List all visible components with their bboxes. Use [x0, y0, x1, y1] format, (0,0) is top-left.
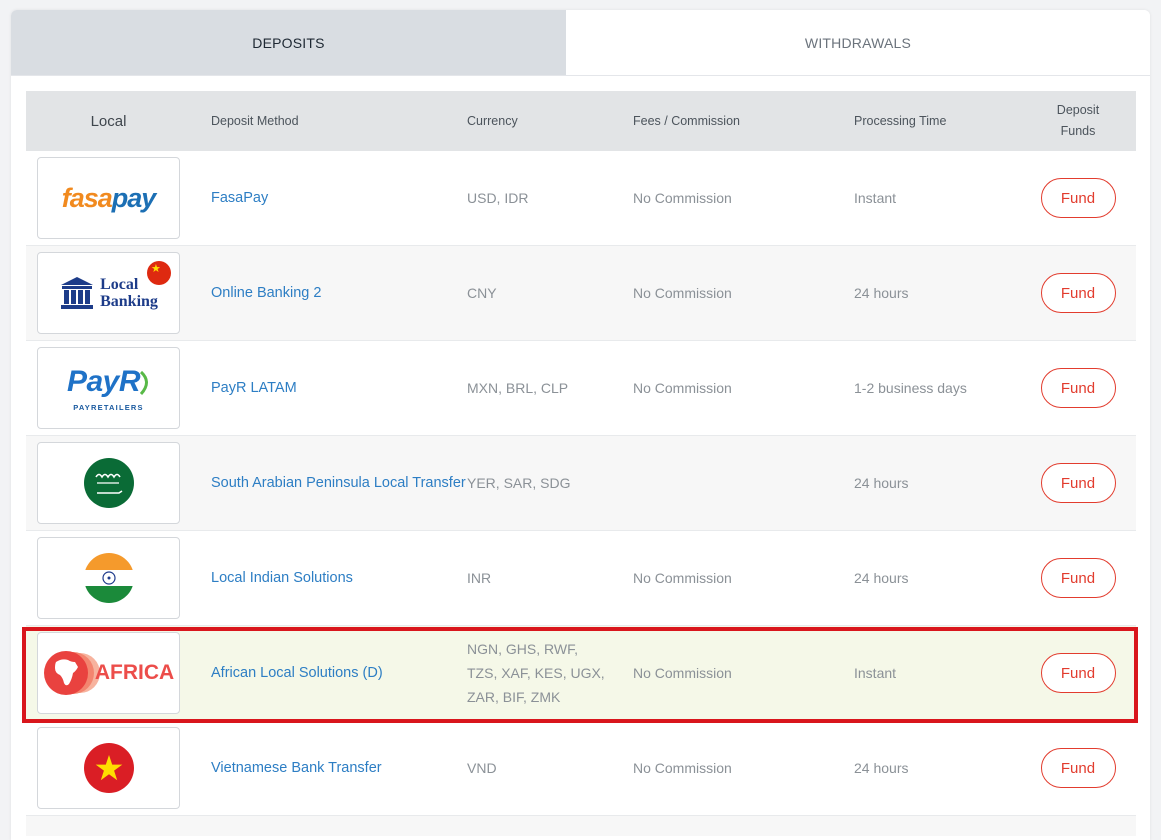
fund-cell: Fund [1020, 178, 1136, 218]
header-deposit-funds-line2: Funds [1060, 124, 1096, 138]
fees: No Commission [633, 380, 732, 396]
fees: No Commission [633, 285, 732, 301]
fund-cell: Fund [1020, 558, 1136, 598]
processing-time: 24 hours [854, 570, 909, 586]
china-flag-icon: ★ [147, 261, 171, 285]
fees: No Commission [633, 570, 732, 586]
header-deposit-funds-line1: Deposit [1056, 103, 1100, 117]
fund-button[interactable]: Fund [1040, 653, 1116, 693]
currency: CNY [467, 285, 497, 301]
bank-building-icon [61, 277, 94, 309]
fund-button[interactable]: Fund [1040, 463, 1116, 503]
vietnam-flag-logo [37, 727, 180, 809]
method-name[interactable]: PayR LATAM [191, 376, 467, 400]
fund-button[interactable]: Fund [1040, 273, 1116, 313]
table-row: fasapay FasaPay USD, IDR No Commission I… [26, 151, 1136, 246]
table-row: Local Indian Solutions INR No Commission… [26, 531, 1136, 626]
method-name[interactable]: African Local Solutions (D) [191, 661, 467, 685]
payr-logo-text: PayR [67, 365, 150, 399]
table-row: South Arabian Peninsula Local Transfer Y… [26, 436, 1136, 531]
fund-cell: Fund [1020, 653, 1136, 693]
header-currency: Currency [467, 114, 518, 128]
fund-cell: Fund [1020, 748, 1136, 788]
india-flag-icon [83, 553, 134, 603]
fund-button[interactable]: Fund [1040, 178, 1116, 218]
method-name[interactable]: South Arabian Peninsula Local Transfer [191, 471, 467, 495]
method-name[interactable]: Local Indian Solutions [191, 566, 467, 590]
saudi-flag-icon [83, 458, 134, 508]
method-name[interactable]: FasaPay [191, 186, 467, 210]
method-name[interactable]: Online Banking 2 [191, 281, 467, 305]
header-processing-time: Processing Time [854, 114, 947, 128]
currency: NGN, GHS, RWF, TZS, XAF, KES, UGX, ZAR, … [467, 641, 605, 705]
payr-logo: PayR PAYRETAILERS [37, 347, 180, 429]
fund-cell: Fund [1020, 463, 1136, 503]
currency: VND [467, 760, 497, 776]
method-name[interactable]: Vietnamese Bank Transfer [191, 756, 467, 780]
fees: No Commission [633, 665, 732, 681]
fund-cell: Fund [1020, 368, 1136, 408]
table-row-partial [26, 816, 1136, 836]
processing-time: Instant [854, 190, 897, 206]
saudi-flag-logo [37, 442, 180, 524]
tab-deposits[interactable]: DEPOSITS [11, 10, 566, 75]
fees: No Commission [633, 190, 732, 206]
header-fees: Fees / Commission [633, 114, 740, 128]
india-flag-logo [37, 537, 180, 619]
processing-time: 24 hours [854, 475, 909, 491]
fasapay-logo-text: fasapay [61, 182, 157, 214]
header-deposit-method: Deposit Method [211, 114, 299, 128]
currency: MXN, BRL, CLP [467, 380, 569, 396]
payr-logo-sub: PAYRETAILERS [73, 402, 144, 412]
currency: USD, IDR [467, 190, 529, 206]
tab-withdrawals[interactable]: WITHDRAWALS [566, 10, 1150, 75]
processing-time: 24 hours [854, 760, 909, 776]
fasapay-logo: fasapay [37, 157, 180, 239]
payr-swoosh-icon [140, 370, 149, 395]
currency: YER, SAR, SDG [467, 475, 571, 491]
header-local: Local [90, 112, 127, 130]
currency: INR [467, 570, 492, 586]
fees: No Commission [633, 760, 732, 776]
payr-logo-main: PayR [66, 364, 141, 398]
africa-logo-text: AFRICA [94, 661, 175, 684]
processing-time: 1-2 business days [854, 380, 967, 396]
table-row: Local Banking ★ Online Banking 2 CNY No … [26, 246, 1136, 341]
local-banking-line2: Banking [100, 293, 158, 310]
deposit-methods-panel: DEPOSITS WITHDRAWALS Local Deposit Metho… [11, 10, 1150, 840]
fasapay-logo-part2: pay [111, 182, 157, 213]
fund-button[interactable]: Fund [1040, 558, 1116, 598]
processing-time: Instant [854, 665, 897, 681]
processing-time: 24 hours [854, 285, 909, 301]
fund-button[interactable]: Fund [1040, 748, 1116, 788]
table-row: Vietnamese Bank Transfer VND No Commissi… [26, 721, 1136, 816]
fasapay-logo-part1: fasa [61, 182, 113, 213]
fund-button[interactable]: Fund [1040, 368, 1116, 408]
table-row-highlighted: AFRICA African Local Solutions (D) NGN, … [26, 626, 1136, 721]
vietnam-flag-icon [83, 743, 134, 793]
fund-cell: Fund [1020, 273, 1136, 313]
table-row: PayR PAYRETAILERS PayR LATAM MXN, BRL, C… [26, 341, 1136, 436]
deposit-methods-table: Local Deposit Method Currency Fees / Com… [26, 91, 1136, 836]
africa-logo: AFRICA [37, 632, 180, 714]
header-deposit-funds: Deposit Funds [1020, 100, 1136, 142]
tab-bar: DEPOSITS WITHDRAWALS [11, 10, 1150, 76]
africa-map-icon [43, 651, 100, 695]
local-banking-logo: Local Banking ★ [37, 252, 180, 334]
table-header: Local Deposit Method Currency Fees / Com… [26, 91, 1136, 151]
